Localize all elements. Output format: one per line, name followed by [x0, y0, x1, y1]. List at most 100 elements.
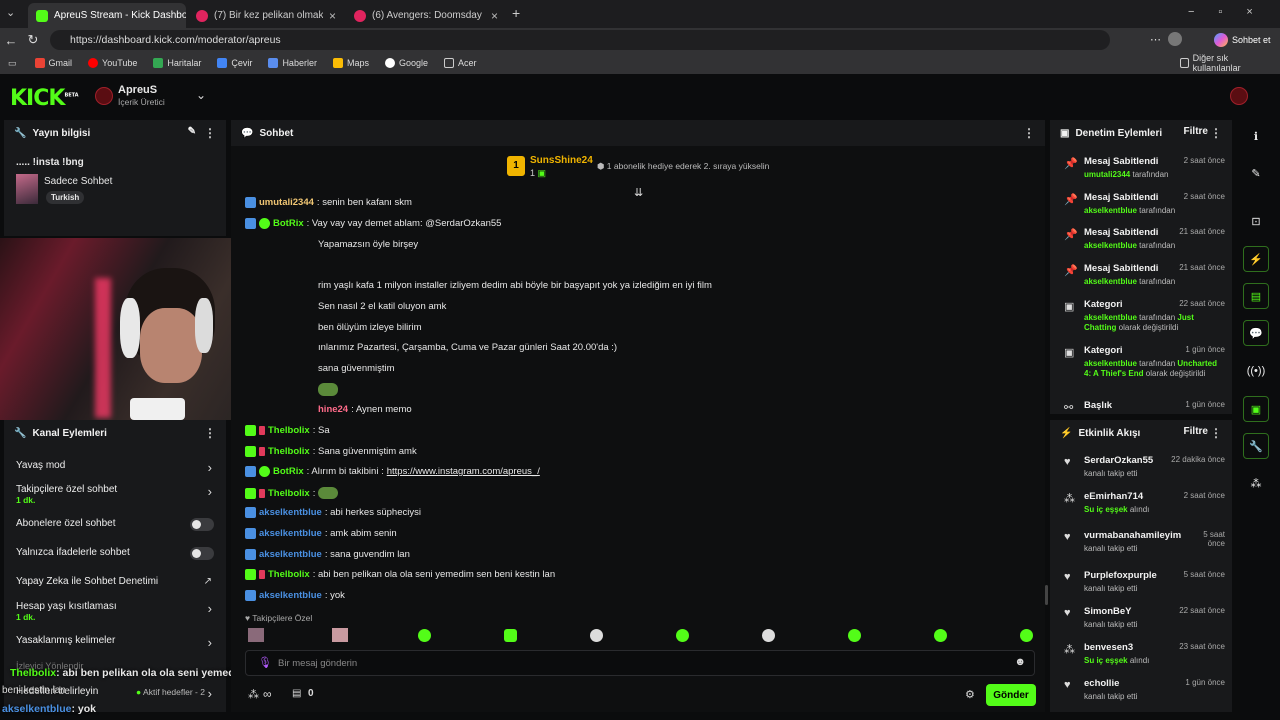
reload-icon[interactable]: ↻ — [22, 32, 44, 48]
chat-username[interactable]: akselkentblue — [259, 549, 322, 560]
emote-item[interactable] — [1020, 629, 1033, 642]
bolt-icon[interactable]: ⚡ — [1243, 246, 1269, 272]
tab-kick-dashboard[interactable]: ApreuS Stream - Kick Dashboard × — [28, 3, 186, 28]
close-tab-icon[interactable]: × — [491, 9, 498, 23]
copilot-button[interactable]: Sohbet et — [1214, 30, 1271, 50]
banned-words-row[interactable]: Yasaklanmış kelimeler › — [16, 635, 214, 653]
top-gifter-name[interactable]: SunsShine24 — [530, 155, 593, 166]
log-time: 2 saat önce — [1183, 192, 1225, 201]
pin-icon: 📌 — [1064, 265, 1078, 277]
url-field[interactable]: https://dashboard.kick.com/moderator/apr… — [50, 30, 1110, 50]
reading-view-icon[interactable]: ▭ — [8, 58, 17, 69]
chat-username[interactable]: akselkentblue — [259, 590, 322, 601]
tab-youtube-avengers[interactable]: (6) Avengers: Doomsday | 18 Aralı × — [346, 3, 506, 28]
filter-button[interactable]: Filtre — [1184, 426, 1208, 437]
followers-only-row[interactable]: Takipçilere özel sohbet 1 dk. › — [16, 484, 214, 512]
gift-box-icon[interactable]: ▤ — [292, 688, 301, 699]
mod-log-item: ▣ Kategori 22 saat önce akselkentblue taraf… — [1060, 299, 1225, 333]
emote-item[interactable] — [418, 629, 431, 642]
language-tag[interactable]: Turkish — [46, 191, 85, 204]
kick-logo[interactable]: KICKBETA — [10, 86, 79, 111]
log-user[interactable]: akselkentblue — [1084, 206, 1137, 215]
send-button[interactable]: Gönder — [986, 684, 1036, 706]
filter-button[interactable]: Filtre — [1184, 126, 1208, 137]
slow-mode-row[interactable]: Yavaş mod › — [16, 460, 214, 478]
chat-username[interactable]: akselkentblue — [259, 528, 322, 539]
document-icon[interactable]: ▤ — [1243, 283, 1269, 309]
emote-item[interactable] — [590, 629, 603, 642]
close-tab-icon[interactable]: × — [329, 9, 336, 23]
chat-username[interactable]: hine24 — [318, 404, 348, 415]
emote-item[interactable] — [848, 629, 861, 642]
log-user[interactable]: akselkentblue — [1084, 313, 1137, 322]
chat-username[interactable]: Thelbolix — [268, 446, 310, 457]
shield-icon[interactable]: ▣ — [1243, 396, 1269, 422]
edit-icon[interactable]: ✎ — [188, 126, 196, 137]
chat-username[interactable]: akselkentblue — [259, 507, 322, 518]
chat-link[interactable]: https://www.instagram.com/apreus_/ — [387, 466, 540, 477]
account-age-row[interactable]: Hesap yaşı kısıtlaması 1 dk. › — [16, 601, 214, 629]
log-user[interactable]: umutali2344 — [1084, 170, 1130, 179]
chat-username[interactable]: Thelbolix — [268, 425, 310, 436]
chat-scrollbar[interactable] — [1045, 585, 1048, 605]
more-options-icon[interactable]: ⋮ — [1210, 426, 1222, 440]
chat-username[interactable]: Thelbolix — [268, 488, 310, 499]
chat-input[interactable]: 🎙 Bir mesaj gönderin ☻ — [245, 650, 1035, 676]
ai-moderation-row[interactable]: Yapay Zeka ile Sohbet Denetimi ↗ — [16, 576, 214, 594]
followers-only-label: ♥ Takipçilere Özel — [245, 613, 313, 623]
info-icon[interactable]: ℹ — [1243, 123, 1269, 149]
bookmark-acer[interactable]: Acer — [444, 58, 477, 68]
log-desc-text: tarafından — [1136, 206, 1176, 215]
log-user[interactable]: akselkentblue — [1084, 241, 1137, 250]
more-options-icon[interactable]: ⋮ — [204, 426, 216, 440]
emote-item[interactable] — [248, 628, 264, 642]
channel-switch-chevron-icon[interactable]: ⌄ — [196, 88, 206, 102]
chat-bubble-icon: 💬 — [241, 127, 254, 139]
emotes-only-toggle[interactable] — [190, 547, 214, 560]
subscribers-only-toggle[interactable] — [190, 518, 214, 531]
broadcast-icon[interactable]: ((•)) — [1243, 358, 1269, 384]
bookmark-cevir[interactable]: Çevir — [217, 58, 252, 68]
emote-item[interactable] — [504, 629, 517, 642]
wrench-icon[interactable]: 🔧 — [1243, 433, 1269, 459]
chat-bubble-icon[interactable]: 💬 — [1243, 320, 1269, 346]
pencil-icon[interactable]: ✎ — [1243, 160, 1269, 186]
chat-username[interactable]: BotRix — [273, 218, 304, 229]
log-user[interactable]: akselkentblue — [1084, 359, 1137, 368]
bookmark-youtube[interactable]: YouTube — [88, 58, 137, 68]
emote-item[interactable] — [762, 629, 775, 642]
user-avatar[interactable] — [1230, 87, 1248, 105]
emoji-icon[interactable]: ☻ — [1014, 656, 1026, 668]
more-options-icon[interactable]: ⋮ — [1210, 126, 1222, 140]
extensions-icon[interactable]: ⋯ — [1150, 33, 1161, 46]
log-user[interactable]: akselkentblue — [1084, 277, 1137, 286]
screenshot-icon[interactable]: ⊡ — [1243, 208, 1269, 234]
bookmark-haritalar[interactable]: Haritalar — [153, 58, 201, 68]
chat-input-placeholder: Bir mesaj gönderin — [278, 658, 358, 669]
microphone-icon[interactable]: 🎙 — [258, 656, 272, 669]
window-controls[interactable]: −▫× — [1188, 6, 1277, 18]
tab-list-icon[interactable]: ⌄ — [6, 6, 15, 19]
channel-avatar[interactable] — [95, 87, 113, 105]
points-icon[interactable]: ⁂ — [248, 688, 259, 701]
bookmark-haberler[interactable]: Haberler — [268, 58, 317, 68]
emote-item[interactable] — [676, 629, 689, 642]
new-tab-icon[interactable]: + — [512, 5, 520, 21]
bookmark-google[interactable]: Google — [384, 58, 428, 68]
chat-username[interactable]: BotRix — [273, 466, 304, 477]
scroll-to-bottom-icon[interactable]: ⇊ — [634, 186, 643, 199]
bookmark-maps[interactable]: Maps — [332, 58, 369, 68]
tab-youtube-pelikan[interactable]: (7) Bir kez pelikan olmak istiyorum × — [188, 3, 344, 28]
chat-settings-gear-icon[interactable]: ⚙ — [965, 688, 975, 701]
other-bookmarks[interactable]: Diğer sık kullanılanlar — [1180, 53, 1264, 73]
bookmark-gmail[interactable]: Gmail — [34, 58, 72, 68]
emote-item[interactable] — [934, 629, 947, 642]
profile-avatar[interactable] — [1168, 32, 1182, 46]
more-options-icon[interactable]: ⋮ — [204, 126, 216, 140]
more-options-icon[interactable]: ⋮ — [1023, 126, 1035, 140]
chat-username[interactable]: umutali2344 — [259, 197, 314, 208]
more-apps-icon[interactable]: ⁂ — [1243, 470, 1269, 496]
chat-username[interactable]: Thelbolix — [268, 569, 310, 580]
back-icon[interactable]: ← — [0, 33, 22, 48]
emote-item[interactable] — [332, 628, 348, 642]
